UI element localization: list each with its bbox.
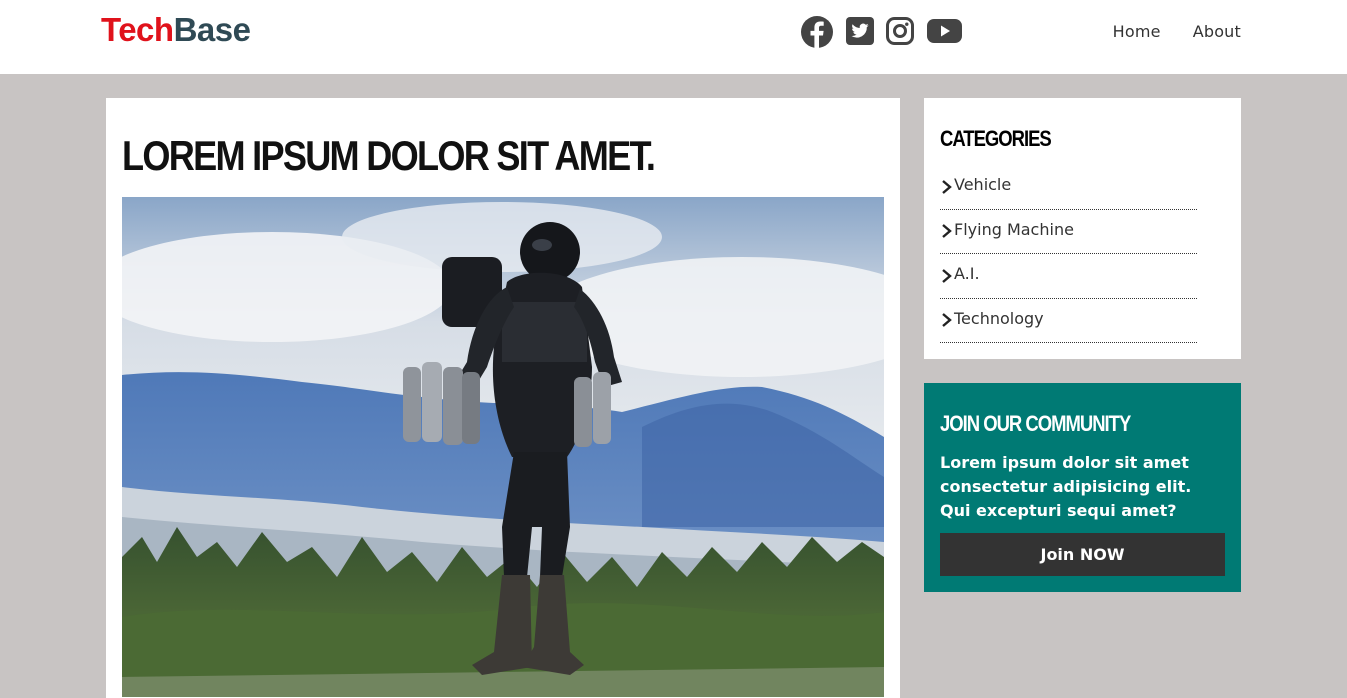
chevron-right-icon bbox=[942, 313, 952, 328]
join-now-button[interactable]: Join NOW bbox=[940, 533, 1225, 576]
logo-text-tech: Tech bbox=[101, 11, 174, 48]
community-widget: JOIN OUR COMMUNITY Lorem ipsum dolor sit… bbox=[924, 383, 1241, 592]
category-label: A.I. bbox=[954, 264, 980, 284]
chevron-right-icon bbox=[942, 224, 952, 239]
categories-list: Vehicle Flying Machine A.I. Technology bbox=[940, 165, 1197, 343]
community-title: JOIN OUR COMMUNITY bbox=[940, 411, 1131, 436]
jetpack-flyer-photo bbox=[122, 197, 884, 697]
community-description: Lorem ipsum dolor sit amet consectetur a… bbox=[940, 453, 1192, 520]
categories-title: CATEGORIES bbox=[940, 126, 1052, 151]
main-nav: Home About bbox=[1113, 22, 1241, 41]
facebook-icon[interactable] bbox=[801, 16, 833, 48]
site-logo[interactable]: TechBase bbox=[101, 11, 251, 48]
nav-home-link[interactable]: Home bbox=[1113, 22, 1161, 41]
chevron-right-icon bbox=[942, 179, 952, 194]
logo-text-base: Base bbox=[173, 11, 251, 48]
post-image bbox=[122, 197, 884, 697]
category-item-technology[interactable]: Technology bbox=[940, 299, 1197, 343]
instagram-icon[interactable] bbox=[886, 16, 914, 46]
categories-widget: CATEGORIES Vehicle Flying Machine A.I. T… bbox=[924, 98, 1241, 359]
twitter-icon[interactable] bbox=[846, 16, 874, 46]
category-item-ai[interactable]: A.I. bbox=[940, 254, 1197, 299]
youtube-icon[interactable] bbox=[927, 16, 962, 46]
nav-about-link[interactable]: About bbox=[1193, 22, 1241, 41]
chevron-right-icon bbox=[942, 268, 952, 283]
category-label: Technology bbox=[954, 308, 1044, 328]
category-label: Vehicle bbox=[954, 175, 1012, 195]
post-title: LOREM IPSUM DOLOR SIT AMET. bbox=[122, 132, 656, 179]
site-header: TechBase Home About bbox=[0, 0, 1347, 74]
category-item-vehicle[interactable]: Vehicle bbox=[940, 165, 1197, 210]
category-item-flying-machine[interactable]: Flying Machine bbox=[940, 210, 1197, 254]
post-card: LOREM IPSUM DOLOR SIT AMET. bbox=[106, 98, 900, 698]
category-label: Flying Machine bbox=[954, 219, 1074, 239]
